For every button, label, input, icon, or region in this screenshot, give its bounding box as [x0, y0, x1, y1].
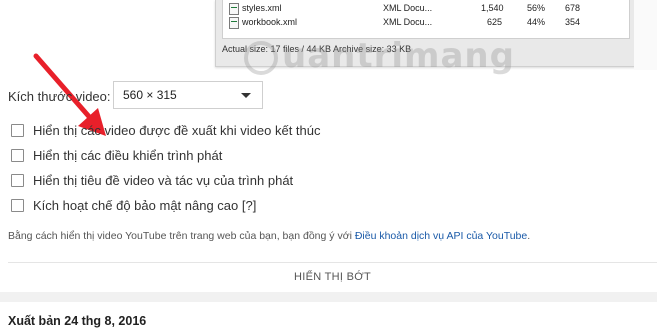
section-separator: [0, 292, 657, 302]
option-privacy-mode[interactable]: Kích hoạt chế độ bảo mật nâng cao [?]: [11, 197, 256, 215]
file-type-cell: XML Docu...: [383, 17, 433, 27]
option-player-controls[interactable]: Hiển thị các điều khiển trình phát: [11, 147, 222, 165]
terms-link[interactable]: Điều khoản dịch vụ API của YouTube: [355, 230, 527, 242]
file-size-cell: 625: [487, 17, 503, 27]
video-size-select[interactable]: 560 × 315: [113, 81, 263, 109]
option-label: Kích hoạt chế độ bảo mật nâng cao [?]: [33, 198, 257, 213]
video-size-label: Kích thước video:: [8, 89, 111, 104]
option-title-actions[interactable]: Hiển thị tiêu đề video và tác vụ của trì…: [11, 172, 293, 190]
terms-notice: Bằng cách hiển thị video YouTube trên tr…: [8, 230, 530, 242]
divider: [8, 262, 657, 263]
xml-file-icon: [229, 2, 239, 15]
terms-suffix: .: [527, 230, 531, 242]
option-label: Hiển thị các điều khiển trình phát: [33, 148, 223, 163]
show-less-button[interactable]: HIỂN THỊ BỚT: [8, 264, 657, 290]
checkbox[interactable]: [11, 199, 24, 213]
xml-file-icon: [229, 16, 239, 29]
file-name-cell: workbook.xml: [229, 14, 297, 30]
page-edge: [634, 0, 657, 70]
publish-date: Xuất bản 24 thg 8, 2016: [8, 314, 147, 328]
watermark-logo: uantrimang: [244, 36, 515, 76]
checkbox[interactable]: [11, 174, 24, 188]
file-ratio-cell: 44%: [527, 17, 546, 27]
video-size-value: 560 × 315: [123, 88, 177, 102]
option-label: Hiển thị tiêu đề video và tác vụ của trì…: [33, 173, 294, 188]
terms-text: Bằng cách hiển thị video YouTube trên tr…: [8, 230, 355, 242]
option-label: Hiển thị các video được đề xuất khi vide…: [33, 123, 321, 138]
checkbox[interactable]: [11, 124, 24, 138]
archive-row: workbook.xml XML Docu... 625 44% 354: [223, 14, 629, 30]
watermark-q-icon: [244, 40, 278, 75]
checkbox[interactable]: [11, 149, 24, 163]
chevron-down-icon: [241, 93, 251, 98]
file-packed-cell: 354: [565, 17, 581, 27]
archive-file-list: styles.xml XML Docu... 1,540 56% 678 wor…: [222, 0, 630, 39]
option-suggested-videos[interactable]: Hiển thị các video được đề xuất khi vide…: [11, 122, 321, 140]
